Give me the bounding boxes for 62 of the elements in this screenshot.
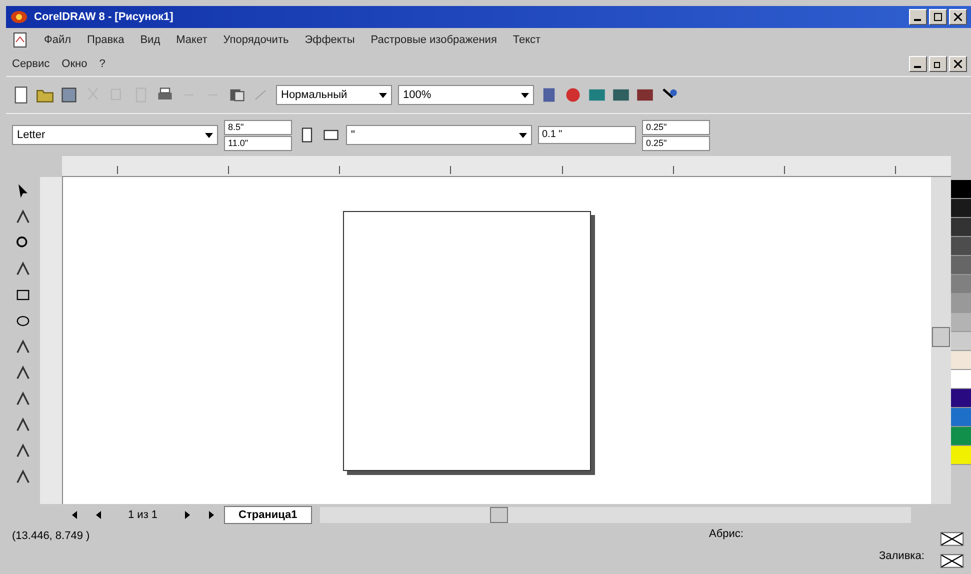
menu-item[interactable]: Упорядочить <box>223 34 289 46</box>
no-fill-icon <box>939 554 965 568</box>
duplicate-x-field[interactable]: 0.25" <box>642 120 710 134</box>
paper-size-dropdown[interactable]: Letter <box>12 125 218 145</box>
minimize-button[interactable] <box>909 9 927 25</box>
new-file-icon[interactable] <box>12 86 30 104</box>
window-title: CorelDRAW 8 - [Рисунок1] <box>34 11 174 23</box>
menu-item[interactable]: ? <box>99 58 106 70</box>
color-swatch[interactable] <box>951 408 971 427</box>
color-swatch[interactable] <box>951 446 971 465</box>
color-swatch[interactable] <box>951 370 971 389</box>
horizontal-scrollbar[interactable] <box>320 507 911 523</box>
menu-item[interactable]: Окно <box>62 58 88 70</box>
view-mode-dropdown[interactable]: Нормальный <box>276 85 392 105</box>
color-swatch[interactable] <box>951 180 971 199</box>
width-field[interactable]: 8.5" <box>224 120 292 134</box>
menu-item[interactable]: Эффекты <box>304 34 355 46</box>
cursor-coordinates: (13.446, 8.749 ) <box>12 529 90 544</box>
menu-item[interactable]: Растровые изображения <box>370 34 497 46</box>
outline-label: Абрис: <box>709 528 744 540</box>
menu-item[interactable]: Сервис <box>12 58 50 70</box>
close-button[interactable] <box>949 56 967 72</box>
duplicate-y-field[interactable]: 0.25" <box>642 136 710 150</box>
menu-item[interactable]: Вид <box>140 34 160 46</box>
color-swatch[interactable] <box>951 256 971 275</box>
color-swatch[interactable] <box>951 313 971 332</box>
nudge-field[interactable]: 0.1 " <box>538 126 636 144</box>
minimize-button[interactable] <box>909 56 927 72</box>
caret-icon <box>379 92 387 98</box>
page-counter: 1 из 1 <box>127 509 159 521</box>
color-swatch[interactable] <box>951 237 971 256</box>
fill-label: Заливка: <box>878 550 926 562</box>
height-field[interactable]: 11.0" <box>224 136 292 150</box>
no-outline-icon <box>939 532 965 546</box>
menu-item[interactable]: Правка <box>87 34 124 46</box>
color-swatch[interactable] <box>951 427 971 446</box>
app-logo-icon <box>10 10 28 24</box>
close-button[interactable] <box>949 9 967 25</box>
caret-icon <box>521 92 529 98</box>
page-tab[interactable]: Страница1 <box>224 506 312 524</box>
color-swatch[interactable] <box>951 199 971 218</box>
color-swatch[interactable] <box>951 351 971 370</box>
maximize-button[interactable] <box>929 9 947 25</box>
restore-icon <box>934 60 942 68</box>
close-icon <box>954 13 962 21</box>
restore-button[interactable] <box>929 56 947 72</box>
color-swatch[interactable] <box>951 389 971 408</box>
menu-item[interactable]: Текст <box>512 34 541 46</box>
menu-item[interactable]: Файл <box>44 34 72 46</box>
caret-icon <box>519 132 527 138</box>
color-swatch[interactable] <box>951 218 971 237</box>
vertical-scrollbar[interactable] <box>931 177 951 504</box>
document-icon <box>12 32 28 48</box>
maximize-icon <box>934 13 942 21</box>
color-swatch[interactable] <box>951 275 971 294</box>
units-dropdown[interactable]: " <box>346 125 532 145</box>
color-swatch[interactable] <box>951 294 971 313</box>
menu-item[interactable]: Макет <box>176 34 208 46</box>
caret-icon <box>205 132 213 138</box>
zoom-dropdown[interactable]: 100% <box>398 85 534 105</box>
close-icon <box>954 60 962 68</box>
color-swatch[interactable] <box>951 332 971 351</box>
